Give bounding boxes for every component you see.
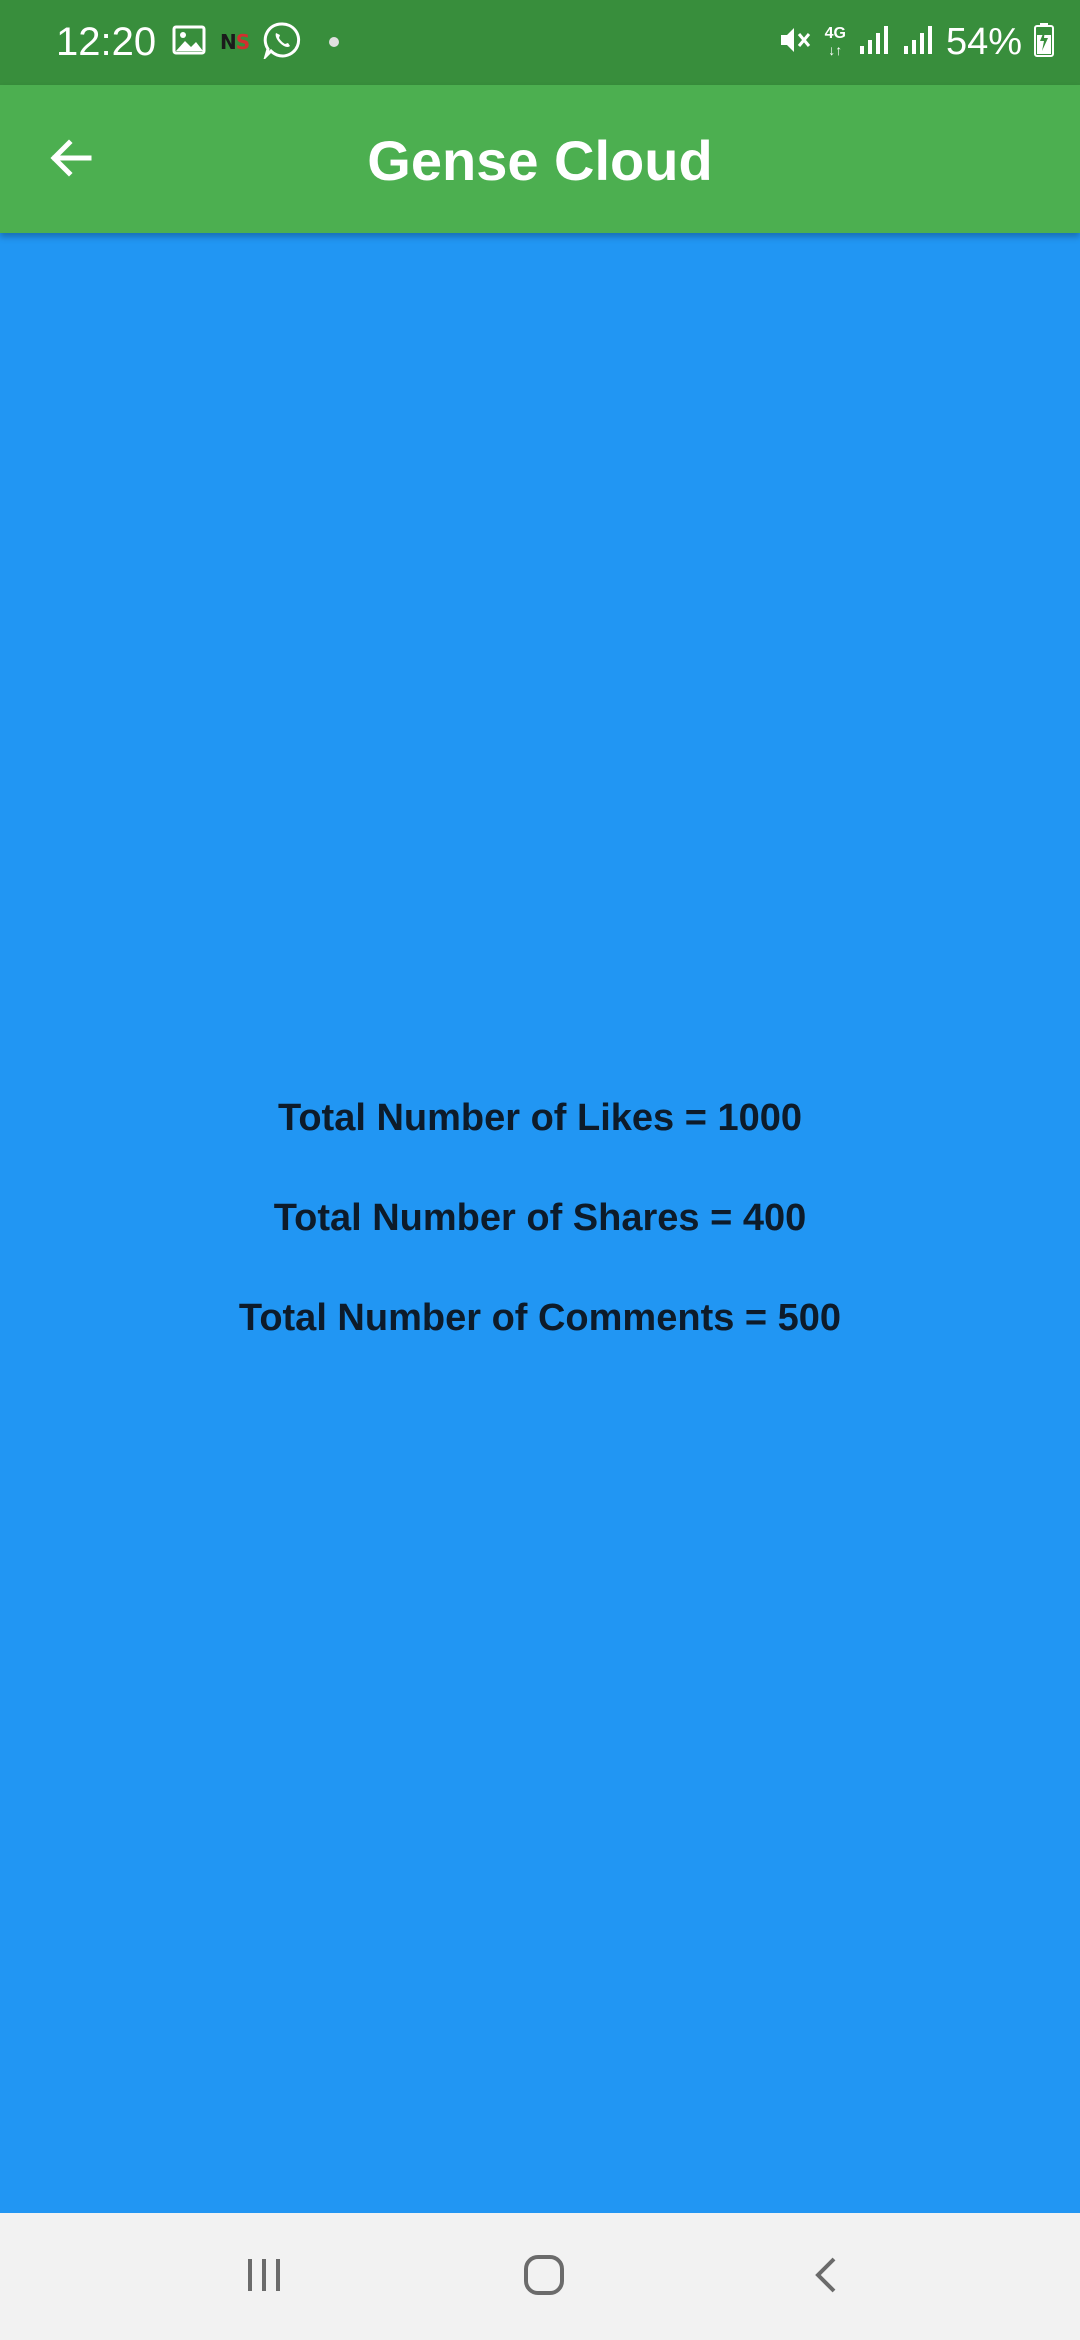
battery-percentage: 54% xyxy=(945,21,1022,63)
nav-back-button[interactable] xyxy=(786,2239,866,2315)
app-bar: Gense Cloud xyxy=(0,85,1080,233)
status-icons-right: 4G ↓↑ 54% xyxy=(777,20,1054,64)
battery-charging-icon xyxy=(1034,22,1054,62)
system-nav-bar xyxy=(0,2213,1080,2340)
ns-icon: NS xyxy=(220,30,250,54)
signal-icon xyxy=(902,24,934,61)
status-icons-left: NS xyxy=(172,21,340,64)
page-title: Gense Cloud xyxy=(367,129,713,192)
main-content: Total Number of Likes = 1000 Total Numbe… xyxy=(0,233,1080,2213)
gallery-icon xyxy=(172,25,206,60)
whatsapp-icon xyxy=(263,21,301,64)
stats-list: Total Number of Likes = 1000 Total Numbe… xyxy=(0,1095,1080,1395)
shares-count-text: Total Number of Shares = 400 xyxy=(273,1197,807,1239)
screen: 12:20 NS 4G ↓↑ 54% Gense Cloud Total Num… xyxy=(0,0,1080,2340)
back-icon xyxy=(804,2253,848,2302)
status-bar: 12:20 NS 4G ↓↑ 54% xyxy=(0,0,1080,85)
signal-icon xyxy=(858,24,890,61)
comments-count-text: Total Number of Comments = 500 xyxy=(238,1297,842,1339)
recents-button[interactable] xyxy=(224,2239,304,2315)
home-button[interactable] xyxy=(504,2239,584,2315)
dot-icon xyxy=(329,37,340,47)
likes-count-text: Total Number of Likes = 1000 xyxy=(277,1097,803,1139)
recents-icon xyxy=(242,2253,286,2302)
status-time: 12:20 xyxy=(56,20,157,64)
home-icon xyxy=(520,2251,568,2304)
network-type-icon: 4G ↓↑ xyxy=(824,25,846,59)
mute-icon xyxy=(777,22,813,63)
